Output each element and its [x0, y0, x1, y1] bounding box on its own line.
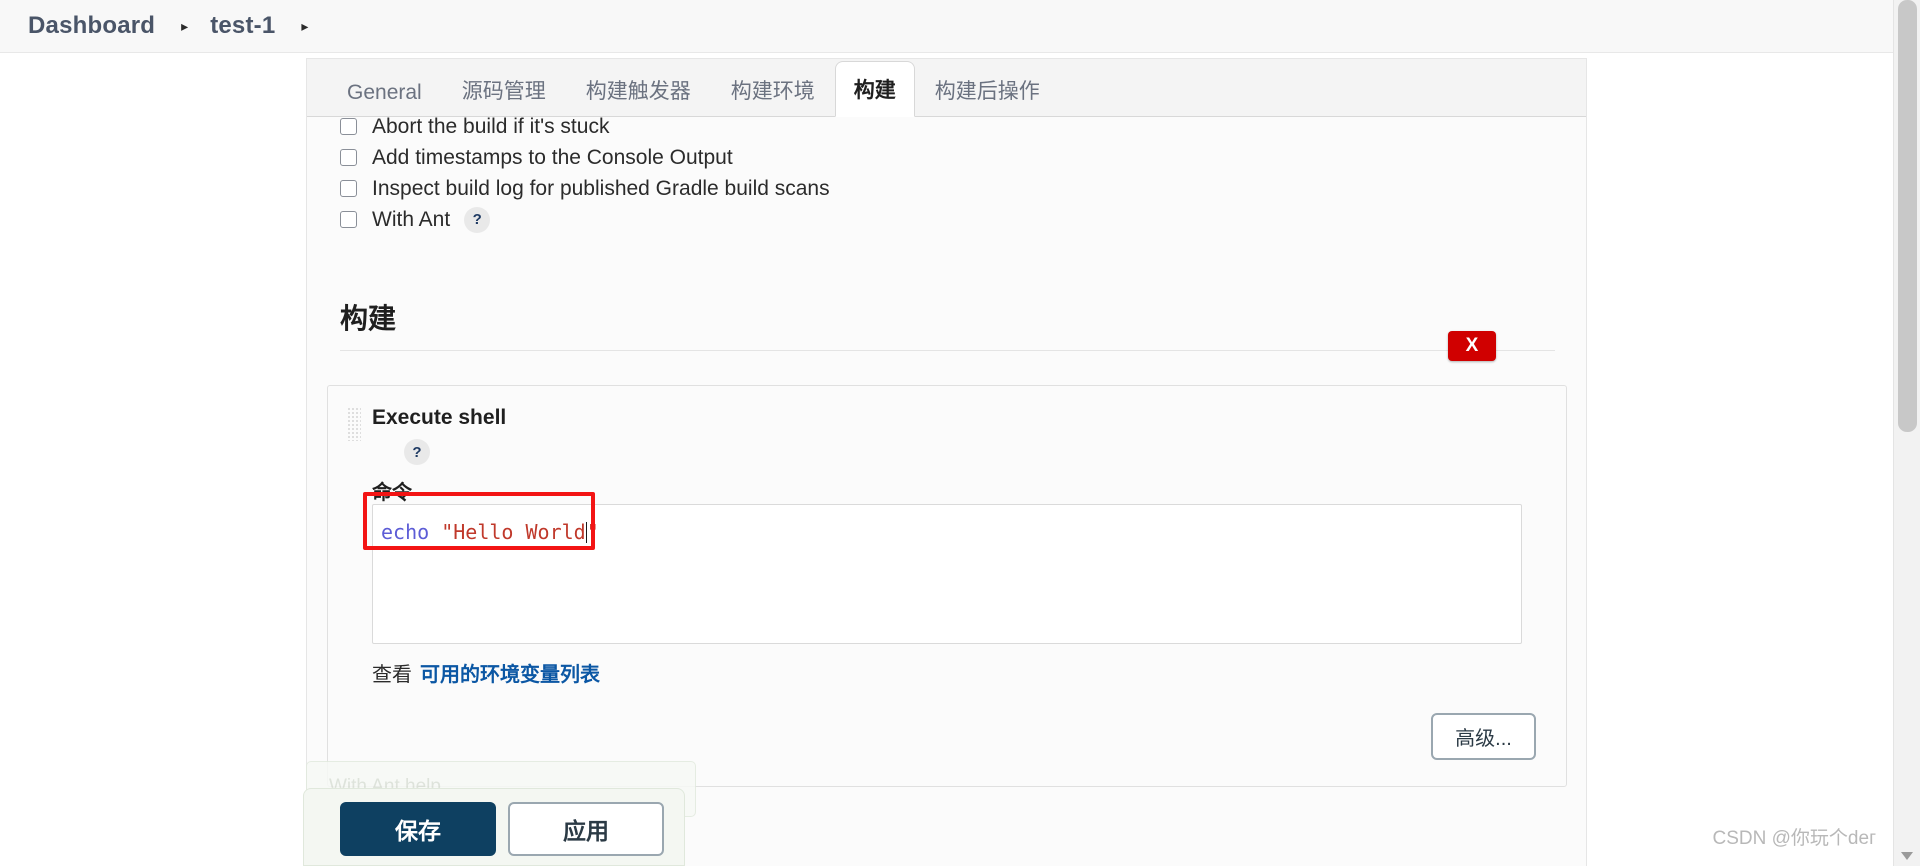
scroll-down-caret-icon[interactable]	[1901, 852, 1913, 860]
tab-source-control[interactable]: 源码管理	[442, 75, 566, 117]
checkbox-with-ant[interactable]	[340, 211, 357, 228]
checkbox-timestamps[interactable]	[340, 149, 357, 166]
breadcrumb-chevron-icon[interactable]: ▸	[181, 19, 188, 33]
job-config-panel: General 源码管理 构建触发器 构建环境 构建 构建后操作 Abort t…	[306, 58, 1587, 866]
checkbox-label-timestamps: Add timestamps to the Console Output	[372, 145, 733, 169]
page-scrollbar[interactable]	[1893, 0, 1920, 866]
delete-builder-button[interactable]: X	[1448, 331, 1496, 361]
environment-variables-row: 查看 可用的环境变量列表	[372, 658, 600, 687]
tab-general[interactable]: General	[327, 81, 442, 117]
config-tab-strip: General 源码管理 构建触发器 构建环境 构建 构建后操作	[307, 59, 1586, 117]
help-icon-execute-shell[interactable]: ?	[404, 439, 430, 465]
page-scrollbar-thumb[interactable]	[1898, 0, 1917, 432]
build-section-title: 构建	[340, 303, 397, 334]
save-button[interactable]: 保存	[340, 802, 496, 856]
build-environment-checkbox-list: Abort the build if it's stuck Add timest…	[340, 117, 1240, 235]
tab-build-environment[interactable]: 构建环境	[711, 75, 835, 117]
build-section-heading: 构建	[340, 297, 1555, 351]
command-token-string: "Hello World"	[441, 520, 599, 544]
breadcrumb-bar: Dashboard ▸ test-1 ▸	[0, 0, 1893, 53]
checkbox-gradle-scans[interactable]	[340, 180, 357, 197]
breadcrumb-item-dashboard[interactable]: Dashboard	[28, 12, 155, 40]
checkbox-label-abort-stuck: Abort the build if it's stuck	[372, 117, 610, 138]
execute-shell-builder-card: Execute shell ? 命令 echo "Hello World" 查看…	[327, 385, 1567, 787]
watermark: CSDN @你玩个deг	[1712, 828, 1876, 849]
checkbox-row-gradle-scans[interactable]: Inspect build log for published Gradle b…	[340, 173, 1240, 204]
checkbox-abort-stuck[interactable]	[340, 118, 357, 135]
tab-build-triggers[interactable]: 构建触发器	[566, 75, 711, 117]
help-icon-with-ant[interactable]: ?	[464, 206, 491, 233]
config-body: Abort the build if it's stuck Add timest…	[307, 117, 1586, 866]
command-token-echo: echo	[381, 520, 442, 544]
command-textarea-value: echo "Hello World"	[381, 519, 599, 545]
environment-variables-prefix: 查看	[372, 664, 412, 686]
environment-variables-link[interactable]: 可用的环境变量列表	[420, 664, 600, 686]
breadcrumb-chevron-icon-2[interactable]: ▸	[301, 19, 308, 33]
section-divider	[340, 350, 1555, 351]
tab-post-build-actions[interactable]: 构建后操作	[915, 75, 1060, 117]
drag-handle-icon[interactable]	[347, 407, 361, 441]
advanced-button[interactable]: 高级...	[1431, 713, 1536, 760]
checkbox-label-gradle-scans: Inspect build log for published Gradle b…	[372, 176, 830, 200]
checkbox-row-with-ant[interactable]: With Ant ?	[340, 204, 1240, 235]
breadcrumb-item-job[interactable]: test-1	[210, 12, 275, 40]
save-action-bar: 保存 应用	[303, 788, 685, 866]
checkbox-label-with-ant: With Ant	[372, 207, 451, 231]
checkbox-row-timestamps[interactable]: Add timestamps to the Console Output	[340, 142, 1240, 173]
tab-build[interactable]: 构建	[834, 61, 915, 117]
command-field-label: 命令	[372, 482, 412, 504]
checkbox-row-abort-stuck[interactable]: Abort the build if it's stuck	[340, 117, 1240, 142]
builder-title: Execute shell	[372, 406, 507, 429]
apply-button[interactable]: 应用	[508, 802, 664, 856]
text-cursor	[585, 522, 587, 543]
command-textarea[interactable]: echo "Hello World"	[372, 504, 1522, 644]
